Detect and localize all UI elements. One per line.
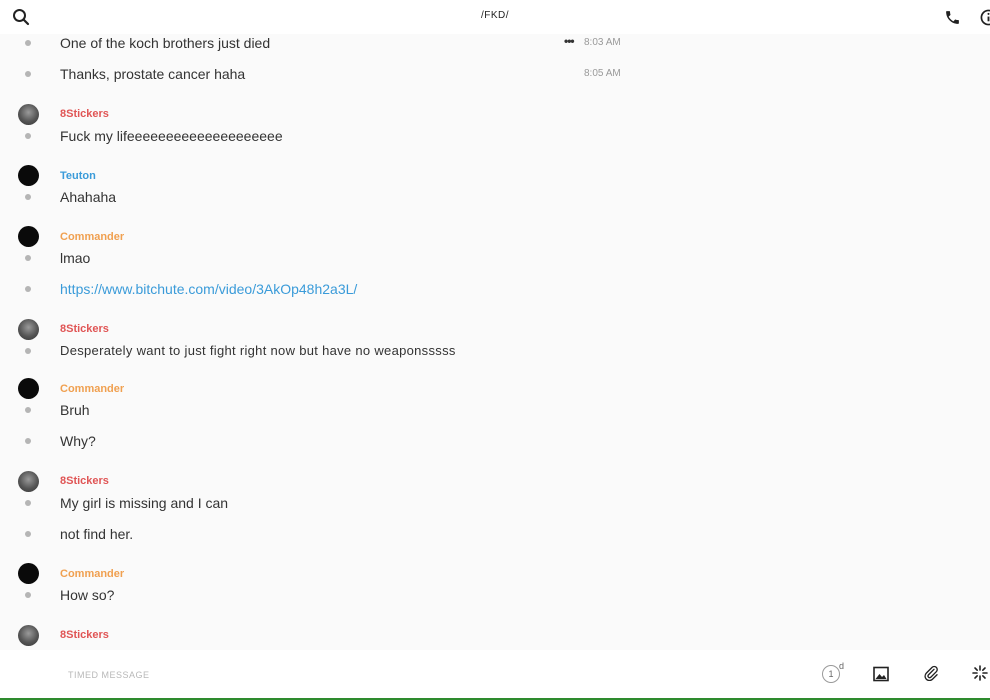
avatar[interactable]	[18, 165, 39, 186]
paperclip-icon[interactable]	[923, 665, 939, 682]
delivery-status-icon	[25, 500, 31, 506]
message-text: Fuck my lifeeeeeeeeeeeeeeeeeeee	[60, 128, 283, 144]
image-icon[interactable]	[873, 666, 889, 682]
sender-name[interactable]: 8Stickers	[60, 108, 109, 120]
delivery-status-icon	[25, 407, 31, 413]
delivery-status-icon	[25, 286, 31, 292]
message-row[interactable]: Thanks, prostate cancer haha 8:05 AM	[0, 65, 640, 95]
message-row[interactable]: Teuton Ahahaha	[0, 165, 640, 210]
message-row[interactable]: Commander lmao	[0, 226, 640, 271]
message-text: not find her.	[60, 526, 134, 542]
avatar[interactable]	[18, 471, 39, 492]
delivery-status-icon	[25, 348, 31, 354]
more-options-icon[interactable]: •••	[564, 34, 575, 48]
delivery-status-icon	[25, 255, 31, 261]
sender-name[interactable]: Commander	[60, 383, 124, 395]
sender-name[interactable]: 8Stickers	[60, 475, 109, 487]
message-row[interactable]: 8Stickers Fuck my lifeeeeeeeeeeeeeeeeeee…	[0, 104, 640, 149]
message-row[interactable]: Commander Bruh	[0, 378, 640, 423]
avatar[interactable]	[18, 378, 39, 399]
avatar[interactable]	[18, 319, 39, 340]
timer-icon: 1	[822, 665, 840, 683]
message-row[interactable]: 8Stickers	[0, 625, 640, 650]
sender-name[interactable]: 8Stickers	[60, 629, 109, 641]
avatar[interactable]	[18, 104, 39, 125]
message-text: Ahahaha	[60, 189, 117, 205]
sparkle-icon[interactable]	[972, 665, 988, 681]
sender-name[interactable]: Teuton	[60, 170, 96, 182]
message-row[interactable]: Commander How so?	[0, 563, 640, 608]
delivery-status-icon	[25, 438, 31, 444]
message-text: lmao	[60, 250, 91, 266]
message-text: Why?	[60, 433, 96, 449]
message-text: Bruh	[60, 402, 90, 418]
message-time: 8:03 AM	[584, 37, 621, 48]
conversation-title: /FKD/	[480, 10, 510, 21]
message-text: Desperately want to just fight right now…	[60, 343, 456, 358]
message-text: My girl is missing and I can	[60, 495, 229, 511]
message-input[interactable]	[66, 666, 770, 684]
phone-icon[interactable]	[944, 9, 961, 26]
delivery-status-icon	[25, 531, 31, 537]
message-row[interactable]: not find her.	[0, 525, 640, 555]
message-row[interactable]: https://www.bitchute.com/video/3AkOp48h2…	[0, 280, 640, 310]
delivery-status-icon	[25, 71, 31, 77]
message-row[interactable]: One of the koch brothers just died ••• 8…	[0, 34, 640, 64]
avatar[interactable]	[18, 625, 39, 646]
message-row[interactable]: 8Stickers Desperately want to just fight…	[0, 319, 640, 364]
delivery-status-icon	[25, 133, 31, 139]
message-link[interactable]: https://www.bitchute.com/video/3AkOp48h2…	[60, 281, 357, 297]
conversation-header: /FKD/	[0, 0, 990, 34]
message-row[interactable]: Why?	[0, 432, 640, 462]
message-text: One of the koch brothers just died	[60, 35, 271, 51]
message-time: 8:05 AM	[584, 68, 621, 79]
message-text: How so?	[60, 587, 115, 603]
avatar[interactable]	[18, 563, 39, 584]
message-row[interactable]: 8Stickers My girl is missing and I can	[0, 471, 640, 516]
timer-unit: d	[839, 661, 845, 671]
delivery-status-icon	[25, 194, 31, 200]
avatar[interactable]	[18, 226, 39, 247]
delivery-status-icon	[25, 592, 31, 598]
message-text: Thanks, prostate cancer haha	[60, 66, 246, 82]
delivery-status-icon	[25, 40, 31, 46]
sender-name[interactable]: 8Stickers	[60, 323, 109, 335]
info-icon[interactable]	[980, 9, 990, 26]
sender-name[interactable]: Commander	[60, 231, 124, 243]
timer-button[interactable]: 1 d	[822, 661, 844, 685]
message-list[interactable]: One of the koch brothers just died ••• 8…	[0, 34, 990, 650]
sender-name[interactable]: Commander	[60, 568, 124, 580]
